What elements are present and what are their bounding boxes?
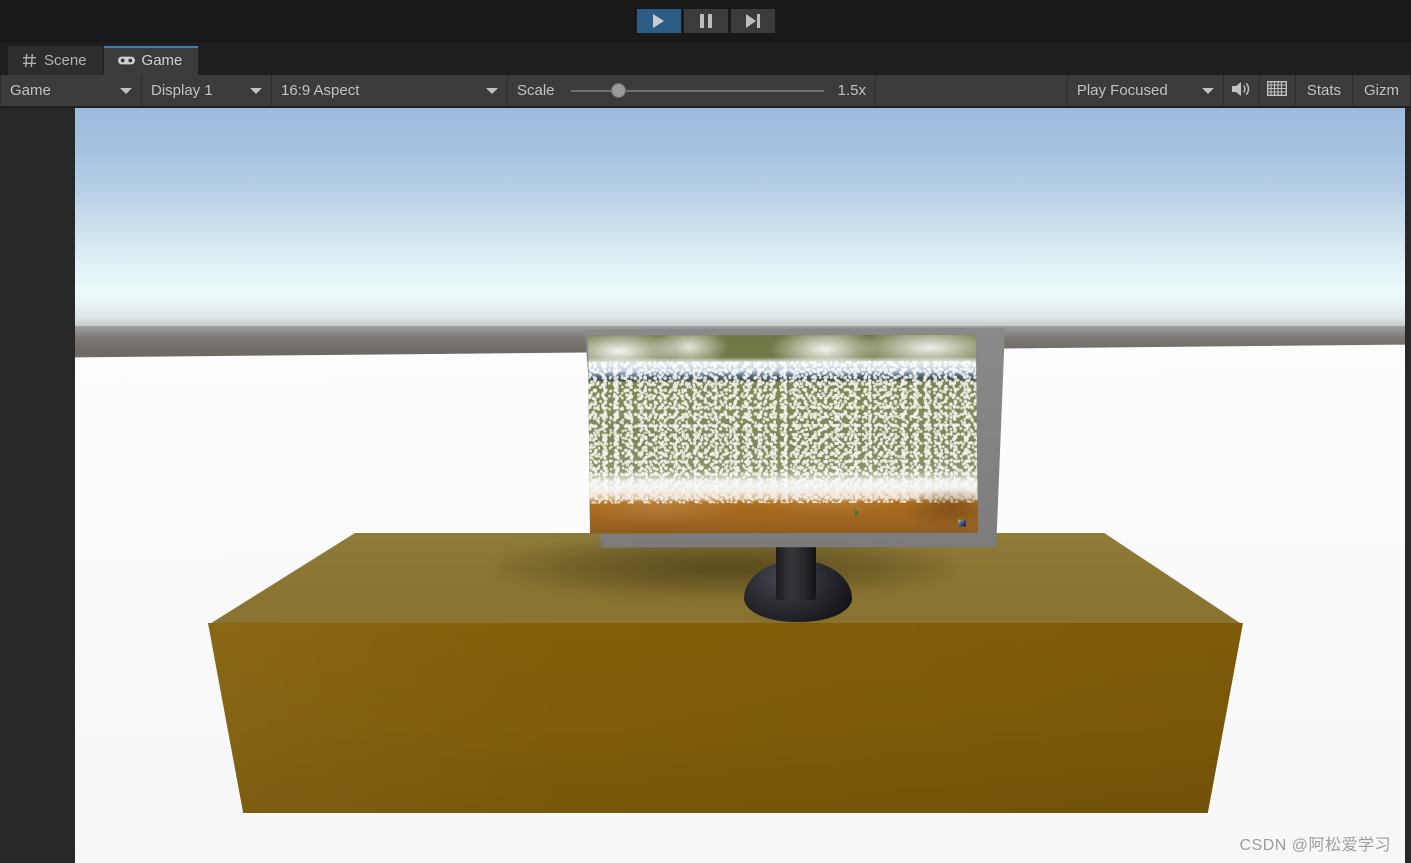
game-view-canvas[interactable]: CSDN @阿松爱学习 bbox=[0, 108, 1411, 863]
gizmos-label: Gizm bbox=[1364, 82, 1399, 99]
display-dropdown[interactable]: Display 1 bbox=[142, 75, 272, 106]
scale-control[interactable]: Scale 1.5x bbox=[508, 75, 876, 106]
chevron-down-icon bbox=[250, 87, 262, 94]
stats-label: Stats bbox=[1306, 82, 1341, 99]
play-icon bbox=[652, 14, 665, 28]
grid-hash-icon bbox=[22, 53, 37, 68]
display-value: Display 1 bbox=[151, 82, 213, 99]
mute-audio-button[interactable] bbox=[1224, 75, 1260, 106]
playmode-button-group bbox=[636, 9, 775, 33]
aspect-ratio-value: 16:9 Aspect bbox=[281, 82, 360, 99]
chevron-down-icon bbox=[486, 87, 498, 94]
tab-scene[interactable]: Scene bbox=[8, 46, 104, 75]
tab-game[interactable]: Game bbox=[103, 46, 200, 75]
game-view-grid-button[interactable] bbox=[1260, 75, 1296, 106]
gizmos-dropdown[interactable]: Gizm bbox=[1353, 75, 1411, 106]
playmode-toolbar bbox=[0, 0, 1411, 42]
scale-slider-track bbox=[570, 89, 824, 92]
view-type-value: Game bbox=[10, 82, 51, 99]
view-type-dropdown[interactable]: Game bbox=[0, 75, 142, 106]
video-wet-sand bbox=[589, 489, 979, 534]
monitor-object bbox=[581, 325, 1011, 551]
unity-editor-window: Scene Game Game Display 1 16:9 Aspect Sc… bbox=[0, 0, 1411, 863]
stats-toggle[interactable]: Stats bbox=[1296, 75, 1353, 106]
gamepad-icon bbox=[117, 54, 135, 67]
game-view-right-letterbox bbox=[1405, 108, 1411, 863]
toolbar-spacer bbox=[876, 75, 1068, 106]
tab-game-label: Game bbox=[141, 52, 183, 69]
speaker-icon bbox=[1231, 81, 1251, 101]
step-button[interactable] bbox=[730, 9, 775, 33]
step-forward-icon bbox=[745, 14, 760, 28]
desk-front-face bbox=[208, 623, 1243, 813]
pause-icon bbox=[699, 14, 712, 28]
video-detail-object bbox=[957, 519, 966, 527]
play-button[interactable] bbox=[636, 9, 681, 33]
monitor-screen bbox=[587, 334, 979, 534]
game-render-area[interactable]: CSDN @阿松爱学习 bbox=[75, 108, 1405, 863]
play-focus-value: Play Focused bbox=[1076, 82, 1168, 99]
scale-slider[interactable] bbox=[570, 82, 824, 100]
scale-value: 1.5x bbox=[837, 82, 866, 99]
video-detail-green bbox=[854, 511, 858, 516]
pause-button[interactable] bbox=[683, 9, 728, 33]
scale-label: Scale bbox=[517, 82, 555, 99]
scale-slider-handle[interactable] bbox=[611, 83, 627, 98]
chevron-down-icon bbox=[1201, 87, 1214, 94]
game-view-toolbar: Game Display 1 16:9 Aspect Scale 1.5x Pl… bbox=[0, 75, 1411, 107]
panel-tab-bar: Scene Game bbox=[0, 42, 1411, 75]
tab-scene-label: Scene bbox=[44, 52, 87, 69]
sky-gradient bbox=[75, 108, 1405, 330]
play-focus-dropdown[interactable]: Play Focused bbox=[1068, 75, 1224, 106]
chevron-down-icon bbox=[120, 87, 132, 94]
aspect-ratio-dropdown[interactable]: 16:9 Aspect bbox=[272, 75, 508, 106]
desk-object bbox=[208, 533, 1243, 813]
video-texture bbox=[587, 334, 979, 534]
game-view-grid-icon bbox=[1267, 80, 1288, 100]
